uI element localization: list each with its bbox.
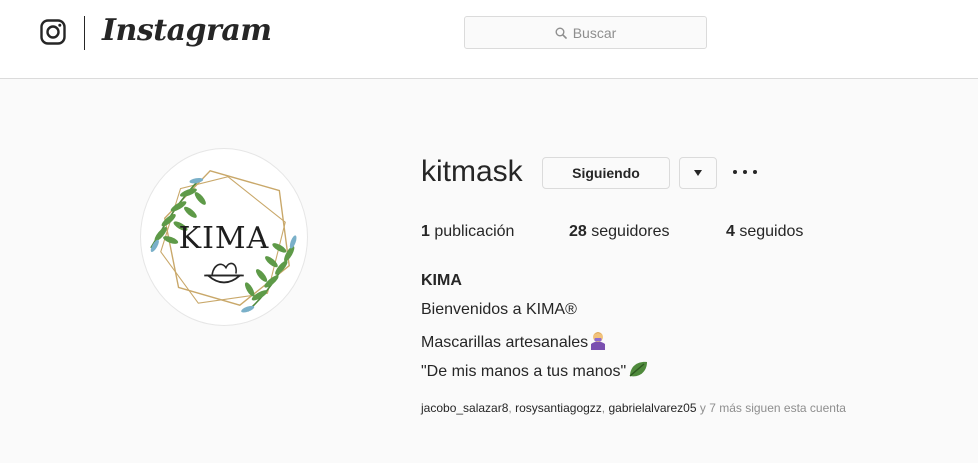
search-input[interactable]: Buscar	[464, 16, 707, 49]
posts-count-label: publicación	[434, 223, 515, 240]
dot	[753, 170, 757, 174]
profile-avatar[interactable]: KIMA	[140, 148, 308, 326]
suggestions-dropdown-button[interactable]	[679, 157, 717, 189]
search-placeholder: Buscar	[572, 24, 617, 41]
instagram-glyph-icon[interactable]	[40, 19, 66, 45]
leaf-emoji	[629, 361, 648, 377]
woman-with-mask-emoji	[591, 332, 606, 350]
bio-line-text: "De mis manos a tus manos"	[421, 363, 627, 380]
posts-count: 1 publicación	[421, 223, 514, 241]
following-count-number: 4	[726, 223, 735, 240]
following-count[interactable]: 4 seguidos	[726, 223, 803, 241]
top-navigation-bar: Instagram Buscar	[0, 0, 978, 79]
bio-line: "De mis manos a tus manos"	[421, 359, 649, 381]
followers-count-label: seguidores	[591, 223, 670, 240]
bio-line: Bienvenidos a KIMA®	[421, 301, 577, 318]
dot	[743, 170, 747, 174]
dot	[733, 170, 737, 174]
follower-link[interactable]: gabrielalvarez05	[608, 401, 696, 415]
followed-by-text: jacobo_salazar8, rosysantiagogzz, gabrie…	[421, 401, 846, 415]
more-options-icon[interactable]	[733, 162, 757, 182]
avatar-logo-text: KIMA	[178, 221, 270, 256]
logo-divider	[84, 16, 85, 50]
follower-link[interactable]: jacobo_salazar8	[421, 401, 508, 415]
instagram-wordmark[interactable]: Instagram	[102, 13, 272, 48]
profile-username: kitmask	[421, 155, 523, 188]
bio-full-name: KIMA	[421, 272, 462, 289]
bio-line-text: Mascarillas artesanales	[421, 334, 589, 351]
followed-by-suffix: y 7 más siguen esta cuenta	[699, 401, 846, 415]
search-icon	[555, 27, 567, 39]
followers-count[interactable]: 28 seguidores	[569, 223, 670, 241]
bio-line: Mascarillas artesanales	[421, 330, 607, 352]
following-count-label: seguidos	[739, 223, 804, 240]
caret-down-icon	[694, 170, 702, 176]
posts-count-number: 1	[421, 223, 430, 240]
following-button[interactable]: Siguiendo	[542, 157, 670, 189]
followers-count-number: 28	[569, 223, 587, 240]
follower-link[interactable]: rosysantiagogzz	[515, 401, 602, 415]
